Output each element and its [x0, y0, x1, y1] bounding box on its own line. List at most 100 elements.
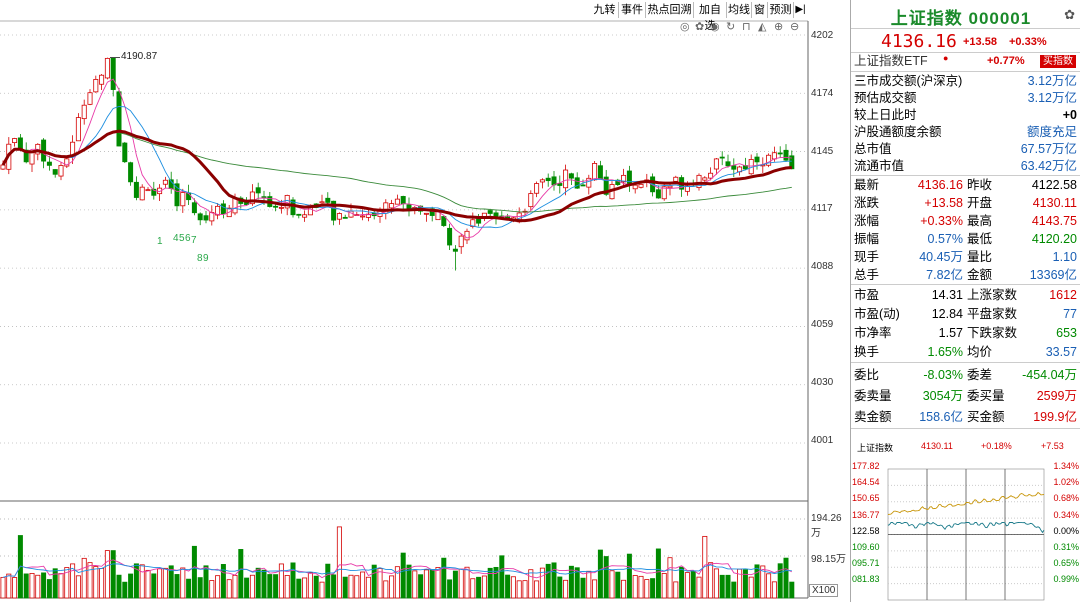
volume-bar [111, 551, 115, 598]
info-label: 三市成交额(沪深京) [854, 73, 962, 90]
candle [593, 163, 597, 179]
candle [320, 202, 324, 203]
volume-bar [506, 575, 510, 598]
kline-chart-area[interactable]: 九转 事件 热点回溯 加自选 均线 窗 预测 ▶| ◎ ✿ ◉ ↻ ⊓ ◭ ⊕ … [0, 0, 850, 602]
zoom-out-icon[interactable]: ⊖ [790, 20, 799, 33]
volume-bar [529, 570, 533, 598]
quote-label: 金额 [967, 266, 992, 284]
info-label: 总市值 [854, 141, 892, 158]
volume-bar [192, 546, 196, 598]
quote-row: 市净率 1.57 下跌家数 653 [851, 324, 1079, 343]
kline-chart[interactable] [0, 0, 850, 602]
candle [326, 198, 330, 202]
settings-icon[interactable]: ✿ [695, 20, 704, 33]
quote-value: 4130.11 [1033, 194, 1077, 212]
volume-bar [285, 575, 289, 598]
etf-row[interactable]: 上证指数ETF ● +0.77% 买指数 [851, 53, 1079, 70]
candle [714, 159, 718, 169]
volume-bar [303, 578, 307, 598]
candle [233, 198, 237, 213]
quote-value: 1.10 [1053, 248, 1077, 266]
quote-value: 77 [1063, 305, 1077, 324]
candle [204, 216, 208, 220]
forecast-button[interactable]: 预测 [768, 2, 794, 18]
buy-index-button[interactable]: 买指数 [1040, 55, 1076, 68]
quote-value: 4143.75 [1032, 212, 1077, 230]
bell-icon[interactable]: ◭ [758, 20, 766, 33]
volume-bar [279, 564, 283, 598]
add-watchlist-button[interactable]: 加自选 [694, 2, 727, 18]
y-axis-label: 4202 [811, 30, 833, 41]
volume-bar [117, 575, 121, 598]
volume-bar [564, 580, 568, 598]
volume-bar [546, 564, 550, 598]
volume-bar [343, 577, 347, 598]
quote-value: +13.58 [924, 194, 963, 212]
candle [337, 214, 341, 220]
volume-bar [471, 579, 475, 598]
candle [674, 177, 678, 181]
candle [59, 165, 63, 176]
volume-bar [720, 575, 724, 598]
candle [784, 150, 788, 160]
volume-bar [697, 577, 701, 598]
volume-bar [7, 574, 11, 598]
quote-row: 委比 -8.03% 委差 -454.04万 [851, 365, 1079, 386]
gear-icon[interactable]: ✿ [1064, 7, 1075, 23]
target-icon[interactable]: ◎ [680, 20, 690, 33]
volume-bar [250, 575, 254, 598]
volume-bar [100, 568, 104, 598]
volume-bar [146, 570, 150, 598]
volume-bar [297, 579, 301, 598]
candle [100, 75, 104, 84]
window-button[interactable]: 窗 [752, 2, 768, 18]
quote-label: 市净率 [854, 324, 892, 343]
jiuzhuan-button[interactable]: 九转 [591, 2, 619, 18]
play-end-icon[interactable]: ▶| [794, 2, 807, 18]
event-button[interactable]: 事件 [619, 2, 646, 18]
hot-review-button[interactable]: 热点回溯 [646, 2, 694, 18]
quote-value: 0.57% [928, 230, 963, 248]
volume-axis-label: 194.26万 [811, 513, 850, 539]
candle [453, 249, 457, 251]
volume-bar [448, 580, 452, 598]
volume-bar [732, 582, 736, 598]
y-axis-label: 4117 [811, 203, 833, 214]
mini-intraday-chart[interactable] [851, 459, 1080, 602]
eye-icon[interactable]: ◉ [710, 20, 720, 33]
volume-bar [94, 567, 98, 598]
candle [488, 211, 492, 214]
candle [94, 79, 98, 91]
info-row: 沪股通额度余额 额度充足 [851, 124, 1079, 141]
volume-bar [436, 567, 440, 598]
quote-value: 1612 [1049, 286, 1077, 305]
mini-right-label: 0.68% [1053, 493, 1079, 503]
ma-button[interactable]: 均线 [727, 2, 752, 18]
refresh-icon[interactable]: ↻ [726, 20, 735, 33]
signal-marker: 1 [157, 236, 163, 247]
volume-bar [401, 553, 405, 598]
volume-bar [262, 570, 266, 598]
volume-bar [767, 574, 771, 598]
quote-label: 委差 [967, 365, 992, 386]
info-value: 额度充足 [1027, 124, 1077, 141]
volume-bar [140, 565, 144, 598]
candle [221, 204, 225, 214]
candle [343, 217, 347, 218]
volume-bar [552, 563, 556, 598]
signal-marker: 6 [185, 233, 191, 244]
candle [598, 166, 602, 179]
dot-icon: ● [943, 50, 948, 67]
stool-icon[interactable]: ⊓ [742, 20, 751, 33]
quote-label: 卖金额 [854, 407, 892, 428]
candle [105, 58, 109, 78]
etf-pct: +0.77% [987, 53, 1025, 70]
zoom-in-icon[interactable]: ⊕ [774, 20, 783, 33]
volume-bar [587, 571, 591, 598]
volume-bar [784, 558, 788, 598]
candle [685, 186, 689, 191]
volume-bar [517, 581, 521, 598]
candle [639, 184, 643, 187]
candle [111, 58, 115, 90]
candle [668, 186, 672, 188]
